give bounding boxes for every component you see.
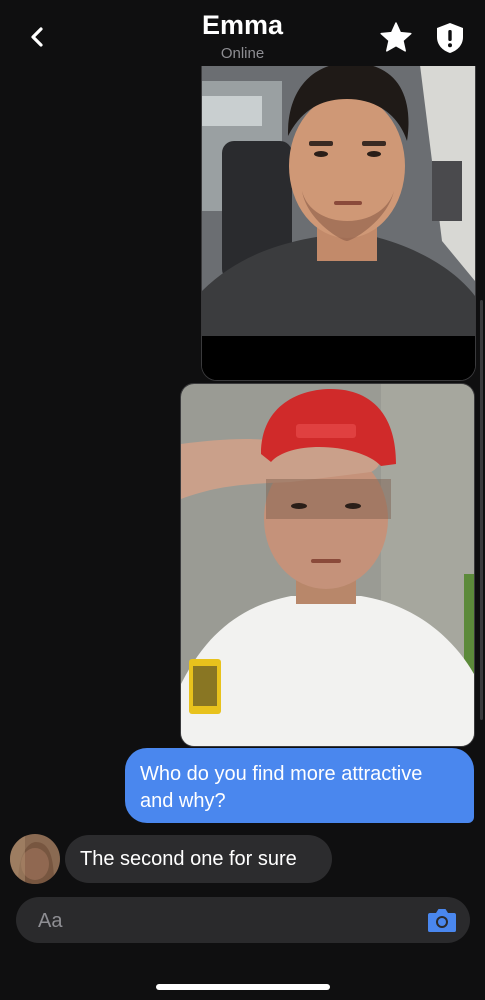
star-icon — [380, 22, 412, 52]
chat-header: Emma Online — [0, 0, 485, 66]
favorite-button[interactable] — [378, 20, 414, 56]
car-selfie-image — [202, 41, 475, 380]
home-indicator[interactable] — [156, 984, 330, 990]
cap-selfie-image — [181, 384, 474, 746]
contact-avatar[interactable] — [10, 834, 60, 884]
outgoing-message-bubble[interactable]: Who do you find more attractive and why? — [125, 748, 474, 823]
incoming-message-bubble[interactable]: The second one for sure — [65, 835, 332, 883]
message-input[interactable] — [36, 897, 420, 945]
message-composer — [16, 897, 470, 945]
photo-message-cap-selfie[interactable] — [180, 383, 475, 747]
shield-alert-icon — [437, 23, 463, 53]
photo-message-car-selfie[interactable] — [201, 40, 476, 381]
camera-icon — [428, 909, 456, 932]
camera-button[interactable] — [426, 905, 458, 935]
safety-button[interactable] — [432, 20, 468, 56]
avatar-image — [10, 834, 60, 884]
scrollbar[interactable] — [480, 300, 483, 720]
